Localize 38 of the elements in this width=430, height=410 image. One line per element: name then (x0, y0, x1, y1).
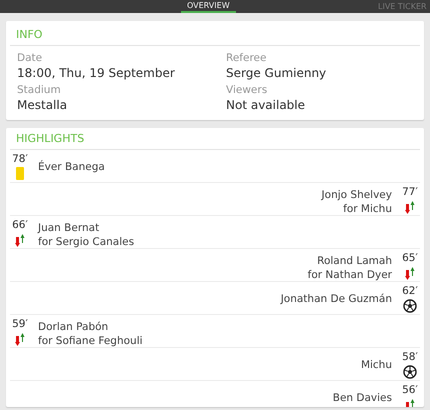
substitution-detail: for Sergio Canales (38, 235, 134, 249)
field-value: Serge Gumienny (226, 66, 328, 80)
substitution-detail: for Sofiane Feghouli (38, 334, 143, 348)
player-name: Michu (360, 358, 392, 372)
event-minute: 59′ (12, 318, 28, 330)
field-value: Mestalla (17, 98, 68, 112)
field-label: Stadium (17, 84, 62, 96)
player-name: Ben Davies (332, 391, 392, 405)
substitution-detail: for Nathan Dyer (308, 268, 392, 282)
soccer-ball-icon (403, 299, 417, 313)
field-label: Date (17, 52, 44, 64)
event-minute: 78′ (12, 153, 28, 165)
tab[interactable]: OVERVIEW (181, 0, 236, 13)
section-title: HIGHLIGHTS (10, 128, 420, 150)
player-name: Jonjo Shelvey (322, 188, 392, 202)
field-value: 18:00, Thu, 19 September (17, 66, 176, 80)
field-value: Not available (226, 98, 306, 112)
event-minute: 77′ (402, 186, 418, 198)
field-label: Viewers (226, 84, 268, 96)
player-name: Juan Bernat (38, 221, 100, 235)
substitution-detail: for Michu (343, 202, 392, 216)
event-minute: 56′ (402, 384, 418, 396)
event-minute: 65′ (402, 252, 418, 264)
substitution-arrows-icon (405, 266, 415, 281)
soccer-ball-icon (403, 365, 417, 379)
player-name: Roland Lamah (317, 254, 392, 268)
section-title: INFO (10, 21, 420, 46)
event-minute: 58′ (402, 351, 418, 363)
substitution-arrows-icon (405, 200, 415, 215)
substitution-arrows-icon (15, 233, 25, 248)
event-minute: 62′ (402, 285, 418, 297)
player-name: Dorlan Pabón (38, 320, 110, 334)
player-name: Éver Banega (38, 160, 105, 174)
player-name: Jonathan De Guzmán (280, 292, 392, 306)
booking-card-icon (16, 167, 24, 180)
event-minute: 66′ (12, 219, 28, 231)
field-label: Referee (226, 52, 268, 64)
substitution-arrows-icon (15, 332, 25, 347)
